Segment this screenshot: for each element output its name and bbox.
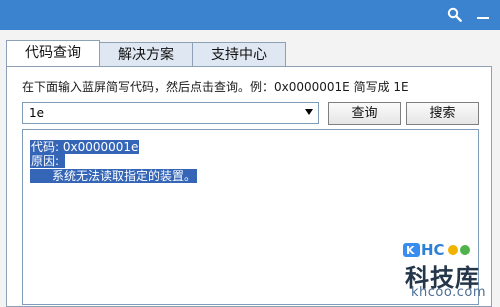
dropdown-arrow-icon[interactable] [305, 109, 313, 115]
code-input-value: 1e [29, 106, 45, 120]
search-icon[interactable] [446, 6, 464, 24]
tab-support-center[interactable]: 支持中心 [192, 42, 286, 66]
result-textarea[interactable]: 代码: 0x0000001e 原因: 系统无法读取指定的装置。 [22, 129, 479, 305]
tab-bar: 代码查询 解决方案 支持中心 [6, 40, 286, 68]
tab-solutions[interactable]: 解决方案 [99, 42, 193, 66]
title-bar-icons [446, 6, 492, 24]
result-code-line: 代码: 0x0000001e [30, 140, 140, 154]
query-button[interactable]: 查询 [328, 102, 401, 125]
result-reason-label: 原因: [30, 154, 66, 168]
tab-code-query[interactable]: 代码查询 [6, 40, 100, 66]
title-bar [0, 0, 500, 30]
search-button[interactable]: 搜索 [406, 102, 479, 125]
app-window: 代码查询 解决方案 支持中心 在下面输入蓝屏简写代码，然后点击查询。例：0x00… [0, 0, 500, 307]
minimize-icon[interactable] [474, 6, 492, 24]
instruction-text: 在下面输入蓝屏简写代码，然后点击查询。例：0x0000001E 简写成 1E [22, 80, 409, 94]
code-input-combobox[interactable]: 1e [22, 102, 319, 124]
result-reason-text: 系统无法读取指定的装置。 [30, 169, 198, 183]
